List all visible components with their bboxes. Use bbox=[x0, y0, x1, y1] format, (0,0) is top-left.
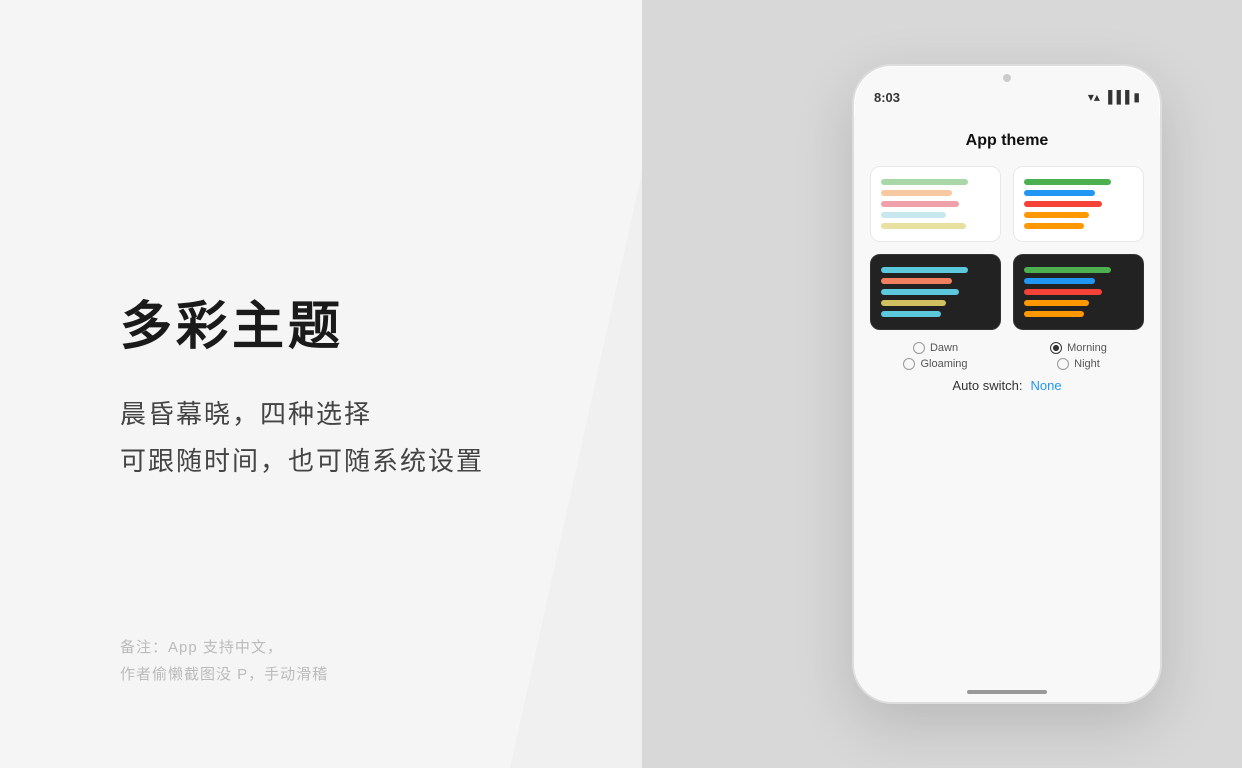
signal-icon: ▐▐▐ bbox=[1104, 90, 1130, 104]
gloaming-bar-3 bbox=[881, 289, 959, 295]
auto-switch-value[interactable]: None bbox=[1031, 378, 1062, 393]
screen-title: App theme bbox=[870, 132, 1144, 150]
left-content-area: 多彩主题 晨昏幕晓，四种选择 可跟随时间，也可随系统设置 备注：App 支持中文… bbox=[0, 0, 660, 768]
auto-switch-row: Auto switch: None bbox=[870, 378, 1144, 393]
subtitle: 晨昏幕晓，四种选择 可跟随时间，也可随系统设置 bbox=[120, 391, 660, 485]
gloaming-bar-1 bbox=[881, 267, 968, 273]
theme-card-gloaming[interactable] bbox=[870, 254, 1001, 330]
theme-grid bbox=[870, 166, 1144, 330]
gloaming-bar-5 bbox=[881, 311, 941, 317]
theme-label-row-2: Gloaming Night bbox=[870, 358, 1144, 370]
phone-status-icons: ▾▴ ▐▐▐ ▮ bbox=[1088, 90, 1140, 104]
night-bar-4 bbox=[1024, 300, 1089, 306]
dawn-bar-2 bbox=[881, 190, 952, 196]
gloaming-bar-4 bbox=[881, 300, 946, 306]
wifi-icon: ▾▴ bbox=[1088, 90, 1100, 104]
morning-label-text: Morning bbox=[1067, 342, 1107, 354]
phone-status-bar: 8:03 ▾▴ ▐▐▐ ▮ bbox=[854, 66, 1160, 116]
morning-bar-5 bbox=[1024, 223, 1084, 229]
subtitle-line2: 可跟随时间，也可随系统设置 bbox=[120, 438, 660, 485]
theme-label-row: Dawn Morning bbox=[870, 342, 1144, 354]
night-bar-1 bbox=[1024, 267, 1111, 273]
gloaming-label-text: Gloaming bbox=[920, 358, 967, 370]
theme-card-night[interactable] bbox=[1013, 254, 1144, 330]
morning-label[interactable]: Morning bbox=[1013, 342, 1144, 354]
gloaming-bar-2 bbox=[881, 278, 952, 284]
battery-icon: ▮ bbox=[1133, 90, 1140, 104]
note-line2: 作者偷懒截图没 P，手动滑稽 bbox=[120, 661, 328, 688]
subtitle-line1: 晨昏幕晓，四种选择 bbox=[120, 391, 660, 438]
morning-bar-1 bbox=[1024, 179, 1111, 185]
dawn-bar-1 bbox=[881, 179, 968, 185]
home-indicator bbox=[967, 690, 1047, 694]
dawn-bar-5 bbox=[881, 223, 966, 229]
note: 备注：App 支持中文， 作者偷懒截图没 P，手动滑稽 bbox=[120, 634, 328, 688]
morning-bar-4 bbox=[1024, 212, 1089, 218]
dawn-bar-4 bbox=[881, 212, 946, 218]
dawn-label-text: Dawn bbox=[930, 342, 958, 354]
main-title: 多彩主题 bbox=[120, 284, 660, 359]
auto-switch-label: Auto switch: bbox=[952, 378, 1022, 393]
phone-time: 8:03 bbox=[874, 90, 900, 105]
night-bar-3 bbox=[1024, 289, 1102, 295]
phone-screen: App theme bbox=[854, 116, 1160, 702]
dawn-radio[interactable] bbox=[913, 342, 925, 354]
night-label-text: Night bbox=[1074, 358, 1100, 370]
phone-mockup: 8:03 ▾▴ ▐▐▐ ▮ App theme bbox=[852, 64, 1162, 704]
morning-bar-3 bbox=[1024, 201, 1102, 207]
night-bar-2 bbox=[1024, 278, 1095, 284]
dawn-bar-3 bbox=[881, 201, 959, 207]
note-line1: 备注：App 支持中文， bbox=[120, 634, 328, 661]
theme-card-dawn[interactable] bbox=[870, 166, 1001, 242]
dawn-label[interactable]: Dawn bbox=[870, 342, 1001, 354]
gloaming-radio[interactable] bbox=[903, 358, 915, 370]
gloaming-label[interactable]: Gloaming bbox=[870, 358, 1001, 370]
night-radio[interactable] bbox=[1057, 358, 1069, 370]
phone-body: 8:03 ▾▴ ▐▐▐ ▮ App theme bbox=[852, 64, 1162, 704]
morning-radio[interactable] bbox=[1050, 342, 1062, 354]
night-label[interactable]: Night bbox=[1013, 358, 1144, 370]
morning-bar-2 bbox=[1024, 190, 1095, 196]
theme-card-morning[interactable] bbox=[1013, 166, 1144, 242]
night-bar-5 bbox=[1024, 311, 1084, 317]
